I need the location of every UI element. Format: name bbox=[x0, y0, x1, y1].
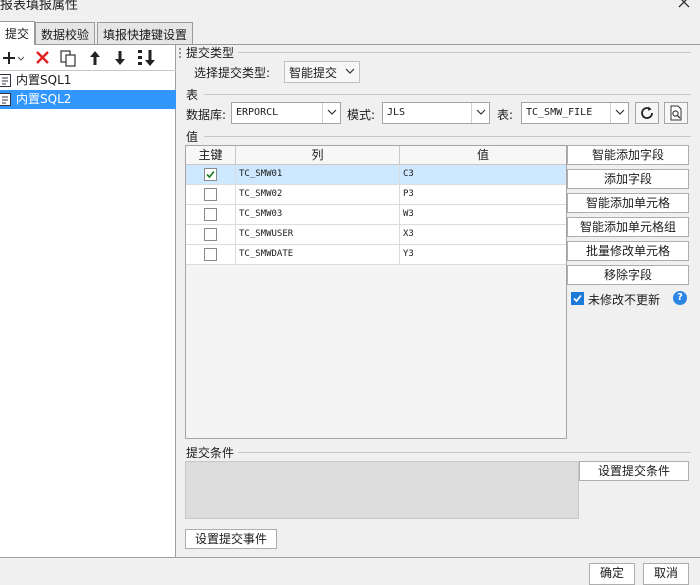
header-value[interactable]: 值 bbox=[400, 146, 566, 165]
table-row[interactable]: TC_SMW03 W3 bbox=[186, 205, 566, 225]
table-row[interactable]: TC_SMW02 P3 bbox=[186, 185, 566, 205]
sort-icon[interactable] bbox=[136, 48, 156, 68]
splitter-handle[interactable] bbox=[178, 46, 182, 60]
primary-key-checkbox[interactable] bbox=[204, 208, 217, 221]
primary-key-checkbox[interactable] bbox=[204, 248, 217, 261]
add-dropdown-icon[interactable] bbox=[1, 48, 25, 68]
value-section: 值 bbox=[186, 130, 199, 144]
sql-item-label: 内置SQL1 bbox=[16, 73, 72, 87]
schema-label: 模式: bbox=[347, 108, 376, 122]
set-event-button[interactable]: 设置提交事件 bbox=[185, 529, 277, 549]
column-cell[interactable]: TC_SMW01 bbox=[236, 165, 400, 185]
chevron-down-icon bbox=[471, 103, 489, 123]
submit-type-label: 选择提交类型: bbox=[194, 66, 271, 80]
chevron-down-icon bbox=[322, 103, 340, 123]
value-cell[interactable]: Y3 bbox=[400, 245, 566, 265]
table-select[interactable]: TC_SMW_FILE bbox=[521, 102, 629, 124]
schema-value: JLS bbox=[387, 107, 406, 118]
column-cell[interactable]: TC_SMWDATE bbox=[236, 245, 400, 265]
preview-table-button[interactable] bbox=[664, 102, 688, 124]
sql-list-pane: 内置SQL1 内置SQL2 bbox=[0, 45, 176, 557]
window-title: 报表填报属性 bbox=[0, 0, 79, 13]
add-field-button[interactable]: 添加字段 bbox=[567, 169, 689, 189]
copy-icon[interactable] bbox=[58, 48, 78, 68]
table-section: 表 bbox=[186, 88, 199, 102]
sql-item-1[interactable]: 内置SQL1 bbox=[0, 71, 176, 90]
smart-add-field-button[interactable]: 智能添加字段 bbox=[567, 145, 689, 165]
database-label: 数据库: bbox=[186, 108, 227, 122]
chevron-down-icon bbox=[341, 62, 359, 82]
submit-type-section: 提交类型 bbox=[186, 46, 235, 60]
table-label: 表: bbox=[497, 108, 514, 122]
set-condition-button[interactable]: 设置提交条件 bbox=[579, 461, 689, 481]
chevron-down-icon bbox=[610, 103, 628, 123]
column-cell[interactable]: TC_SMW03 bbox=[236, 205, 400, 225]
header-column[interactable]: 列 bbox=[236, 146, 400, 165]
field-table: 主键 列 值 TC_SMW01 C3 TC_SMW02 P3 TC_SMW03 … bbox=[185, 145, 567, 439]
ok-button[interactable]: 确定 bbox=[589, 563, 635, 585]
no-update-unchanged-label: 未修改不更新 bbox=[588, 293, 661, 307]
primary-key-checkbox[interactable] bbox=[204, 188, 217, 201]
remove-field-button[interactable]: 移除字段 bbox=[567, 265, 689, 285]
sql-file-icon bbox=[0, 74, 11, 87]
section-divider bbox=[204, 94, 691, 95]
batch-edit-cell-button[interactable]: 批量修改单元格 bbox=[567, 241, 689, 261]
cancel-button[interactable]: 取消 bbox=[643, 563, 689, 585]
delete-icon[interactable] bbox=[33, 48, 53, 68]
table-row[interactable]: TC_SMWUSER X3 bbox=[186, 225, 566, 245]
value-cell[interactable]: P3 bbox=[400, 185, 566, 205]
no-update-unchanged-checkbox[interactable] bbox=[571, 292, 584, 305]
refresh-button[interactable] bbox=[635, 102, 659, 124]
move-down-icon[interactable] bbox=[110, 48, 130, 68]
database-value: ERPORCL bbox=[236, 107, 279, 118]
table-value: TC_SMW_FILE bbox=[526, 107, 593, 118]
smart-add-cell-button[interactable]: 智能添加单元格 bbox=[567, 193, 689, 213]
table-row[interactable]: TC_SMWDATE Y3 bbox=[186, 245, 566, 265]
database-select[interactable]: ERPORCL bbox=[231, 102, 341, 124]
sql-item-2[interactable]: 内置SQL2 bbox=[0, 90, 176, 109]
submit-type-select[interactable]: 智能提交 bbox=[284, 61, 360, 83]
footer-divider bbox=[0, 557, 700, 558]
tab-submit[interactable]: 提交 bbox=[0, 21, 36, 45]
header-key[interactable]: 主键 bbox=[186, 146, 236, 165]
schema-select[interactable]: JLS bbox=[382, 102, 490, 124]
smart-add-cell-group-button[interactable]: 智能添加单元格组 bbox=[567, 217, 689, 237]
primary-key-checkbox[interactable] bbox=[204, 228, 217, 241]
section-divider bbox=[238, 52, 691, 53]
value-cell[interactable]: W3 bbox=[400, 205, 566, 225]
help-icon[interactable]: ? bbox=[673, 291, 687, 305]
tab-data-validation[interactable]: 数据校验 bbox=[35, 22, 96, 44]
move-up-icon[interactable] bbox=[85, 48, 105, 68]
section-divider bbox=[238, 452, 691, 453]
sql-file-icon bbox=[0, 93, 11, 106]
tab-shortcut-settings[interactable]: 填报快捷键设置 bbox=[97, 22, 194, 44]
close-icon[interactable] bbox=[676, 0, 692, 10]
sql-toolbar bbox=[0, 45, 176, 71]
submit-type-value: 智能提交 bbox=[289, 66, 338, 80]
condition-section: 提交条件 bbox=[186, 446, 235, 460]
sql-item-label: 内置SQL2 bbox=[16, 92, 72, 106]
column-cell[interactable]: TC_SMWUSER bbox=[236, 225, 400, 245]
section-divider bbox=[204, 136, 691, 137]
value-cell[interactable]: X3 bbox=[400, 225, 566, 245]
table-row[interactable]: TC_SMW01 C3 bbox=[186, 165, 566, 185]
condition-display bbox=[185, 461, 579, 519]
value-cell[interactable]: C3 bbox=[400, 165, 566, 185]
column-cell[interactable]: TC_SMW02 bbox=[236, 185, 400, 205]
primary-key-checkbox[interactable] bbox=[204, 168, 217, 181]
